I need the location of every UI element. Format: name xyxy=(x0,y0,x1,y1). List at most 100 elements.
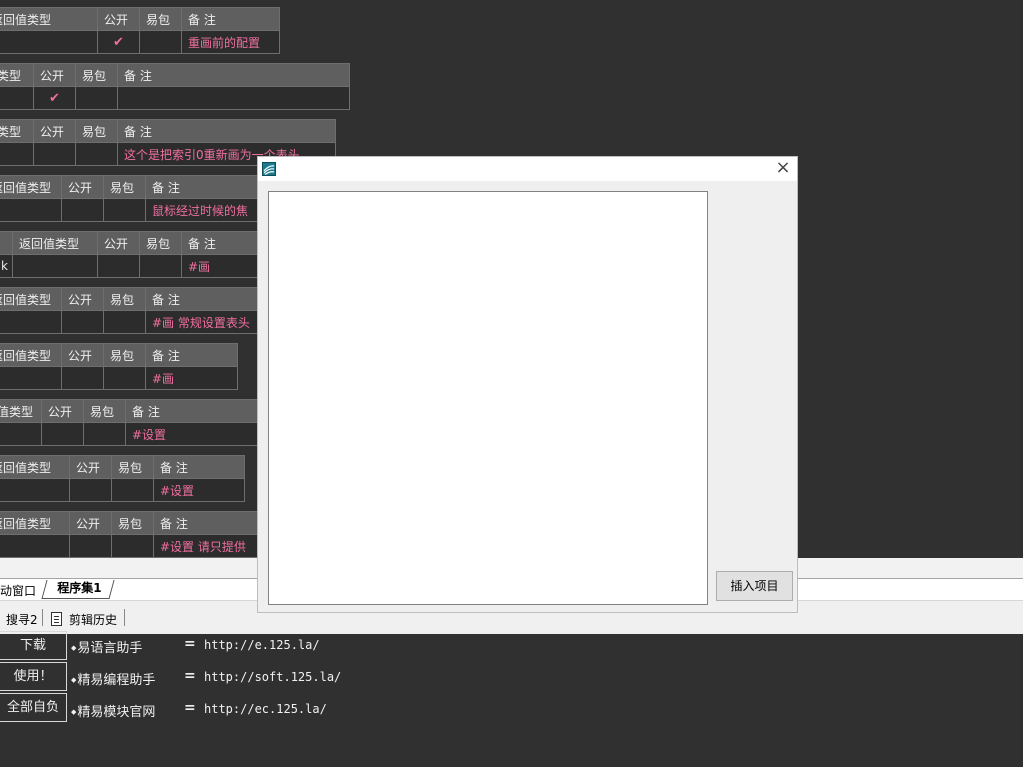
cell-prefix[interactable]: k xyxy=(0,254,13,278)
cell-easy-pack[interactable] xyxy=(75,142,118,166)
header-return-type: 类型 xyxy=(0,119,34,143)
header-public: 公开 xyxy=(61,343,104,367)
tab-clip-history[interactable]: 剪辑历史 xyxy=(69,611,117,628)
insert-item-dialog: × 插入项目 xyxy=(257,156,798,613)
link-name-e-helper[interactable]: 易语言助手 xyxy=(71,637,142,656)
cell-easy-pack[interactable] xyxy=(103,198,146,222)
cell-easy-pack[interactable] xyxy=(111,534,154,558)
equals-sign: = xyxy=(184,700,196,716)
equals-sign: = xyxy=(184,668,196,684)
cell-public-check[interactable] xyxy=(97,254,140,278)
self-responsible-button[interactable]: 全部自负 xyxy=(0,693,67,722)
header-easy-pack: 易包 xyxy=(103,343,146,367)
cell-easy-pack[interactable] xyxy=(139,254,182,278)
declaration-table-1: 返回值类型公开易包备 注 ✔ 重画前的配置 xyxy=(0,7,280,54)
header-return-type: 返回值类型 xyxy=(0,511,70,535)
link-url[interactable]: http://ec.125.la/ xyxy=(204,702,327,716)
cell-return-type[interactable] xyxy=(0,422,42,446)
declaration-table-5: 返回值类型 公开 易包备 注 k #画 xyxy=(0,231,285,278)
link-url[interactable]: http://soft.125.la/ xyxy=(204,670,341,684)
header-public: 公开 xyxy=(97,231,140,255)
cell-return-type[interactable] xyxy=(0,198,62,222)
header-note: 备 注 xyxy=(181,7,280,31)
header-public: 公开 xyxy=(61,175,104,199)
tab-program-set-1[interactable]: 程序集1 xyxy=(41,580,115,599)
cell-return-type[interactable] xyxy=(0,142,34,166)
clipboard-icon xyxy=(51,612,62,626)
header-note: 备 注 xyxy=(153,455,245,479)
declaration-table-9: 返回值类型公开易包备 注 #设置 xyxy=(0,455,245,502)
cell-public-check[interactable] xyxy=(69,478,112,502)
cell-note[interactable]: 重画前的配置 xyxy=(181,30,280,54)
header-return-type: 值类型 xyxy=(0,399,42,423)
download-button[interactable]: 下载 xyxy=(0,631,67,660)
cell-return-type[interactable] xyxy=(0,366,62,390)
link-name-soft-helper[interactable]: 精易编程助手 xyxy=(71,669,155,688)
dialog-titlebar[interactable]: × xyxy=(258,157,797,181)
header-public: 公开 xyxy=(41,399,84,423)
cell-return-type[interactable] xyxy=(0,30,98,54)
cell-easy-pack[interactable] xyxy=(83,422,126,446)
cell-return-type[interactable] xyxy=(12,254,98,278)
header-blank xyxy=(0,231,13,255)
cell-note[interactable]: #画 xyxy=(145,366,238,390)
declaration-table-8: 值类型 公开 易包备 注 #设置 xyxy=(0,399,285,446)
header-public: 公开 xyxy=(33,63,76,87)
header-easy-pack: 易包 xyxy=(111,455,154,479)
insert-item-button[interactable]: 插入项目 xyxy=(716,571,793,601)
header-return-type: 返回值类型 xyxy=(0,287,62,311)
close-icon[interactable]: × xyxy=(775,159,791,177)
cell-easy-pack[interactable] xyxy=(111,478,154,502)
header-return-type: 返回值类型 xyxy=(12,231,98,255)
tab-program-set-1-label: 程序集1 xyxy=(57,581,102,595)
cell-public-check[interactable] xyxy=(61,310,104,334)
cell-note[interactable] xyxy=(117,86,350,110)
header-note: 备 注 xyxy=(145,343,238,367)
tab-separator xyxy=(124,609,125,626)
cell-public-check[interactable] xyxy=(69,534,112,558)
header-note: 备 注 xyxy=(117,119,336,143)
cell-public-check[interactable] xyxy=(33,142,76,166)
items-listbox[interactable] xyxy=(268,191,708,605)
declaration-table-2: 类型公开易包备 注 ✔ xyxy=(0,63,350,110)
cell-return-type[interactable] xyxy=(0,310,62,334)
declaration-table-7: 返回值类型公开易包备 注 #画 xyxy=(0,343,238,390)
header-easy-pack: 易包 xyxy=(75,119,118,143)
cell-easy-pack[interactable] xyxy=(103,310,146,334)
app-logo-icon xyxy=(262,162,276,176)
cell-easy-pack[interactable] xyxy=(103,366,146,390)
tab-search-2[interactable]: 搜寻2 xyxy=(6,611,38,628)
cell-public-check[interactable] xyxy=(61,198,104,222)
header-public: 公开 xyxy=(33,119,76,143)
cell-public-check[interactable] xyxy=(61,366,104,390)
header-easy-pack: 易包 xyxy=(83,399,126,423)
cell-return-type[interactable] xyxy=(0,478,70,502)
header-return-type: 返回值类型 xyxy=(0,175,62,199)
header-public: 公开 xyxy=(69,455,112,479)
cell-note[interactable]: #设置 xyxy=(153,478,245,502)
cell-return-type[interactable] xyxy=(0,86,34,110)
tab-window[interactable]: 动窗口 xyxy=(0,582,36,599)
header-return-type: 返回值类型 xyxy=(0,343,62,367)
declaration-table-10: 返回值类型公开易包备 注 #设置 请只提供 xyxy=(0,511,285,558)
header-note: 备 注 xyxy=(117,63,350,87)
header-return-type: 类型 xyxy=(0,63,34,87)
use-button[interactable]: 使用！ xyxy=(0,662,67,691)
cell-easy-pack[interactable] xyxy=(139,30,182,54)
header-easy-pack: 易包 xyxy=(103,287,146,311)
header-return-type: 返回值类型 xyxy=(0,7,98,31)
header-return-type: 返回值类型 xyxy=(0,455,70,479)
declaration-table-4: 返回值类型公开易包备 注 鼠标经过时候的焦 xyxy=(0,175,285,222)
cell-public-check[interactable] xyxy=(41,422,84,446)
link-name-module-site[interactable]: 精易模块官网 xyxy=(71,701,155,720)
header-easy-pack: 易包 xyxy=(111,511,154,535)
header-easy-pack: 易包 xyxy=(103,175,146,199)
cell-easy-pack[interactable] xyxy=(75,86,118,110)
tab-separator xyxy=(42,609,43,626)
cell-public-check[interactable]: ✔ xyxy=(33,86,76,110)
equals-sign: = xyxy=(184,636,196,652)
cell-return-type[interactable] xyxy=(0,534,70,558)
link-url[interactable]: http://e.125.la/ xyxy=(204,638,320,652)
cell-public-check[interactable]: ✔ xyxy=(97,30,140,54)
header-public: 公开 xyxy=(69,511,112,535)
